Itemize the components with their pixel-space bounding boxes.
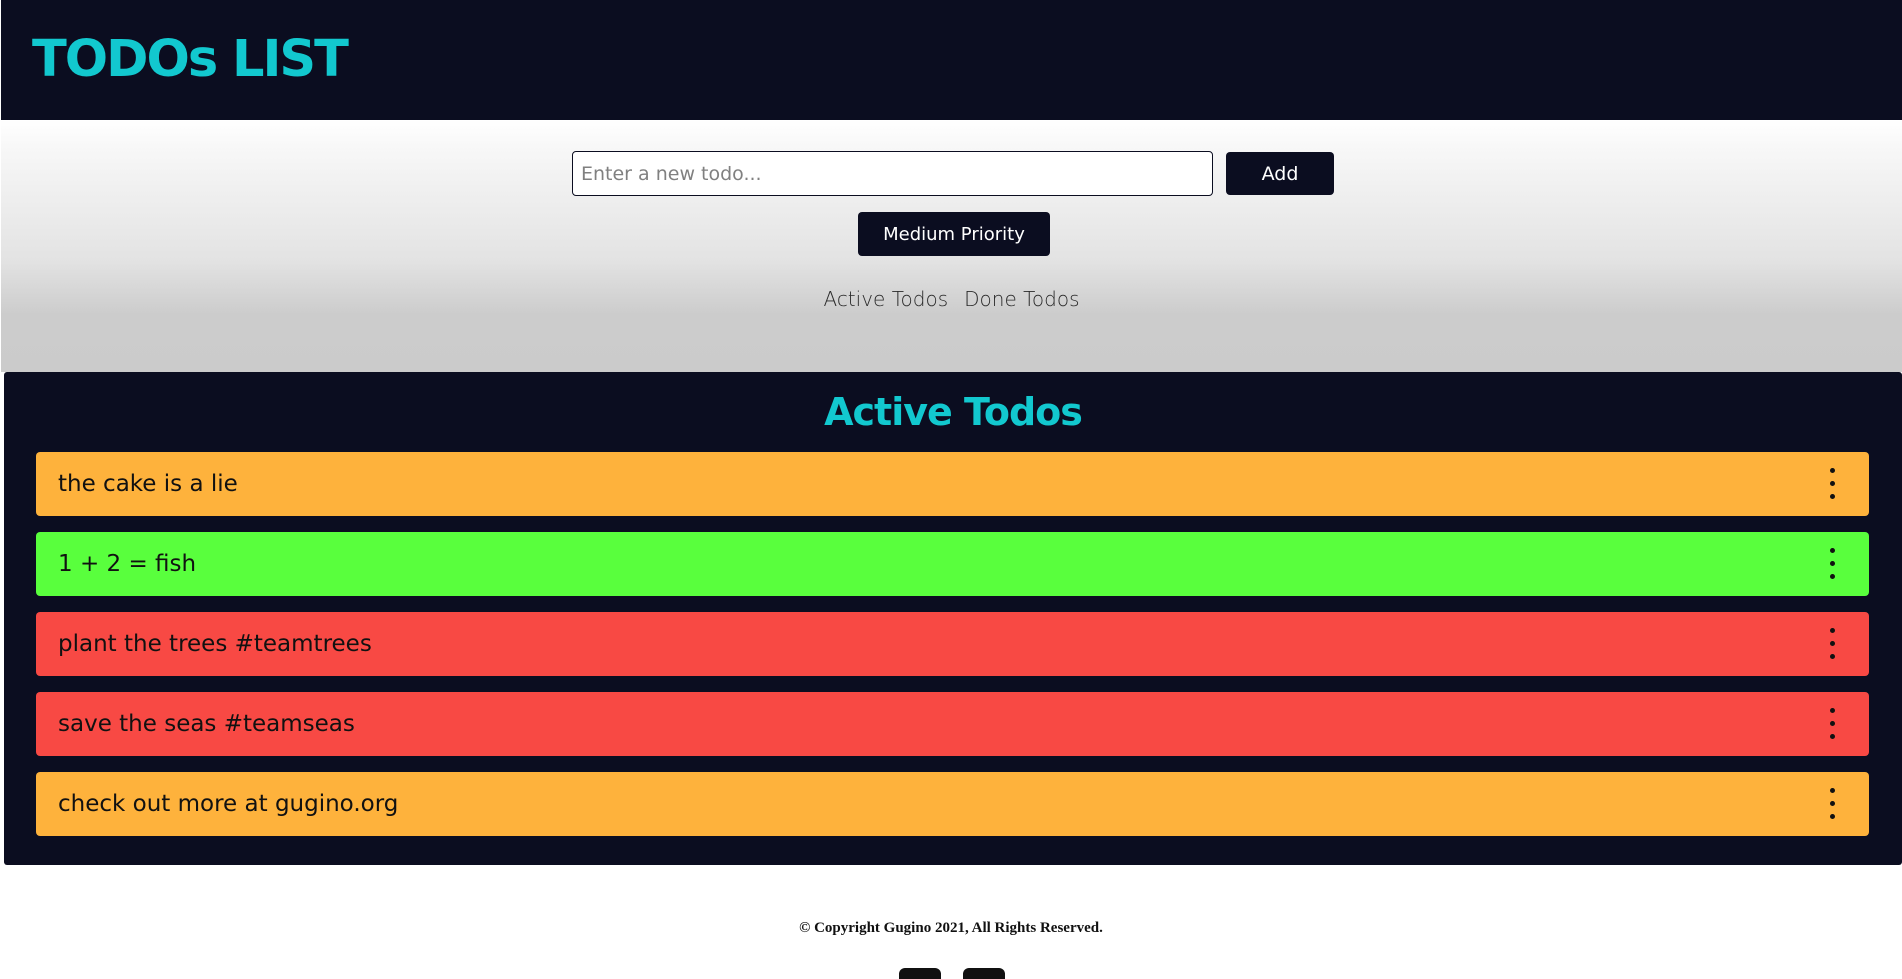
todo-item[interactable]: check out more at gugino.org xyxy=(36,772,1869,836)
more-options-icon[interactable] xyxy=(1829,786,1837,822)
tab-done-todos[interactable]: Done Todos xyxy=(964,285,1079,313)
todo-text: plant the trees #teamtrees xyxy=(58,631,372,657)
social-icon[interactable] xyxy=(963,968,1005,979)
priority-button[interactable]: Medium Priority xyxy=(858,212,1050,256)
list-title: Active Todos xyxy=(824,390,1083,434)
todo-text: check out more at gugino.org xyxy=(58,791,399,817)
more-options-icon[interactable] xyxy=(1829,466,1837,502)
add-button[interactable]: Add xyxy=(1226,152,1334,195)
todo-item[interactable]: plant the trees #teamtrees xyxy=(36,612,1869,676)
more-options-icon[interactable] xyxy=(1829,626,1837,662)
todo-text: save the seas #teamseas xyxy=(58,711,355,737)
todo-item[interactable]: 1 + 2 = fish xyxy=(36,532,1869,596)
todo-text: the cake is a lie xyxy=(58,471,238,497)
copyright-text: © Copyright Gugino 2021, All Rights Rese… xyxy=(799,920,1103,936)
facebook-icon[interactable] xyxy=(899,968,941,979)
todo-text: 1 + 2 = fish xyxy=(58,551,197,577)
more-options-icon[interactable] xyxy=(1829,706,1837,742)
app-title: TODOs LIST xyxy=(32,30,349,89)
more-options-icon[interactable] xyxy=(1829,546,1837,582)
tab-active-todos[interactable]: Active Todos xyxy=(823,285,948,313)
active-todos-panel: Active Todos the cake is a lie 1 + 2 = f… xyxy=(4,372,1902,865)
todo-item[interactable]: save the seas #teamseas xyxy=(36,692,1869,756)
todo-tabs: Active Todos Done Todos xyxy=(1,285,1902,313)
todo-controls: Add Medium Priority Active Todos Done Tod… xyxy=(1,120,1902,372)
todo-item[interactable]: the cake is a lie xyxy=(36,452,1869,516)
app-header: TODOs LIST xyxy=(1,0,1902,120)
new-todo-input[interactable] xyxy=(572,151,1213,196)
